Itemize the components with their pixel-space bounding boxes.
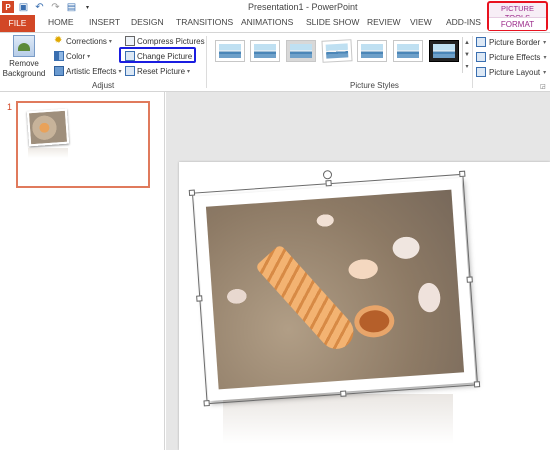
color-label: Color <box>66 51 86 61</box>
remove-background-label-1: Remove <box>9 59 39 68</box>
adjust-group-label: Adjust <box>92 81 115 90</box>
thumbnail-reflection <box>28 148 68 158</box>
chevron-down-icon: ▾ <box>543 69 547 76</box>
group-separator <box>206 36 207 88</box>
title-bar: P ▣ ↶ ↷ ▤ ▾ Presentation1 - PowerPoint <box>0 0 550 15</box>
color-icon <box>54 51 64 61</box>
chevron-down-icon: ▾ <box>108 38 112 45</box>
chevron-down-icon: ▾ <box>543 54 547 61</box>
picture-layout-button[interactable]: Picture Layout ▾ <box>476 67 546 77</box>
undo-icon[interactable]: ↶ <box>33 1 46 13</box>
gallery-scroll[interactable]: ▲ ▼ ▾ <box>462 37 471 73</box>
change-picture-highlight <box>119 47 196 63</box>
tab-animations[interactable]: ANIMATIONS <box>241 17 293 27</box>
picture-style-preview <box>219 44 241 58</box>
redo-icon[interactable]: ↷ <box>49 1 62 13</box>
picture-style-thumb[interactable] <box>321 39 353 63</box>
group-separator <box>472 36 473 88</box>
tab-review[interactable]: REVIEW <box>367 17 401 27</box>
picture-border-icon <box>476 37 486 47</box>
picture-style-thumb[interactable] <box>286 40 316 62</box>
powerpoint-app-icon[interactable]: P <box>2 1 14 13</box>
picture-style-thumb[interactable] <box>393 40 423 62</box>
resize-handle[interactable] <box>203 400 210 407</box>
save-icon[interactable]: ▣ <box>17 1 30 13</box>
slide-thumbnail[interactable] <box>16 101 150 188</box>
slides-pane: 1 <box>0 92 165 450</box>
chevron-down-icon: ▾ <box>87 53 91 60</box>
tab-view[interactable]: VIEW <box>410 17 432 27</box>
picture-tools-highlight: PICTURE TOOLS FORMAT <box>487 1 548 31</box>
resize-handle[interactable] <box>459 170 466 178</box>
picture-style-thumb[interactable] <box>357 40 387 62</box>
window-title: Presentation1 - PowerPoint <box>248 2 358 12</box>
from-beginning-icon[interactable]: ▤ <box>65 1 78 13</box>
artistic-effects-label: Artistic Effects <box>66 66 117 76</box>
reset-picture-button[interactable]: Reset Picture ▾ <box>125 66 190 76</box>
customize-qat-icon[interactable]: ▾ <box>81 1 94 13</box>
compress-icon <box>125 36 135 46</box>
picture-style-thumb[interactable] <box>429 40 459 62</box>
resize-handle[interactable] <box>340 390 347 397</box>
picture-effects-label: Picture Effects <box>489 52 541 62</box>
tab-format[interactable]: FORMAT <box>489 17 546 30</box>
tab-transitions[interactable]: TRANSITIONS <box>176 17 233 27</box>
picture-effects-icon <box>476 52 486 62</box>
picture-layout-label: Picture Layout <box>489 67 541 77</box>
chevron-down-icon: ▾ <box>543 39 547 46</box>
compress-label: Compress Pictures <box>137 36 205 46</box>
resize-handle[interactable] <box>466 276 473 283</box>
picture-style-preview <box>361 44 383 58</box>
resize-handle[interactable] <box>325 179 332 187</box>
picture-style-preview <box>290 44 312 58</box>
tab-home[interactable]: HOME <box>48 17 74 27</box>
corrections-button[interactable]: ✹ Corrections ▾ <box>54 36 112 46</box>
selection-box[interactable] <box>188 169 481 407</box>
tab-add-ins[interactable]: ADD-INS <box>446 17 481 27</box>
tab-slide-show[interactable]: SLIDE SHOW <box>306 17 359 27</box>
remove-background-button[interactable]: Remove Background <box>2 35 46 79</box>
rotate-handle-icon[interactable] <box>322 169 333 180</box>
quick-access-toolbar: P ▣ ↶ ↷ ▤ ▾ <box>2 1 94 13</box>
resize-handle[interactable] <box>473 381 481 388</box>
picture-style-thumb[interactable] <box>250 40 280 62</box>
corrections-label: Corrections <box>66 36 107 46</box>
tab-design[interactable]: DESIGN <box>131 17 164 27</box>
picture-border-label: Picture Border <box>489 37 541 47</box>
picture-style-preview <box>397 44 419 58</box>
gallery-down-icon[interactable]: ▼ <box>463 49 471 61</box>
remove-background-label-2: Background <box>2 69 46 78</box>
artistic-effects-button[interactable]: Artistic Effects ▾ <box>54 66 122 76</box>
picture-reflection <box>223 394 453 444</box>
picture-effects-button[interactable]: Picture Effects ▾ <box>476 52 546 62</box>
chevron-down-icon: ▾ <box>187 68 191 75</box>
slide-editor <box>166 92 550 450</box>
resize-handle[interactable] <box>188 189 196 196</box>
ribbon-tabs: FILE HOME INSERT DESIGN TRANSITIONS ANIM… <box>0 15 550 32</box>
gallery-more-icon[interactable]: ▾ <box>463 61 471 73</box>
reset-picture-icon <box>125 66 135 76</box>
color-button[interactable]: Color ▾ <box>54 51 90 61</box>
slide-number: 1 <box>7 102 13 112</box>
gallery-up-icon[interactable]: ▲ <box>463 37 471 49</box>
picture-layout-icon <box>476 67 486 77</box>
artistic-effects-icon <box>54 66 64 76</box>
thumbnail-picture <box>26 108 70 147</box>
slide-canvas[interactable] <box>179 162 550 450</box>
picture-style-preview <box>325 43 349 59</box>
picture-style-thumb[interactable] <box>215 40 245 62</box>
tab-file[interactable]: FILE <box>0 15 35 32</box>
corrections-icon: ✹ <box>54 35 63 46</box>
resize-handle[interactable] <box>196 295 203 302</box>
dialog-launcher-icon[interactable]: ◲ <box>540 83 546 90</box>
tab-insert[interactable]: INSERT <box>89 17 120 27</box>
reset-picture-label: Reset Picture <box>137 66 186 76</box>
compress-pictures-button[interactable]: Compress Pictures <box>125 36 205 46</box>
picture-styles-group-label: Picture Styles <box>350 81 399 90</box>
picture-style-preview <box>254 44 276 58</box>
chevron-down-icon: ▾ <box>118 68 122 75</box>
remove-background-icon <box>13 35 35 57</box>
picture-border-button[interactable]: Picture Border ▾ <box>476 37 546 47</box>
picture-style-preview <box>433 44 455 58</box>
